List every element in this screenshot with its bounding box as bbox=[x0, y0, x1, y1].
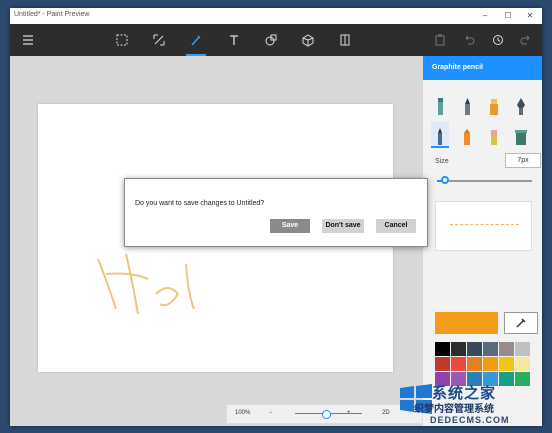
zoom-slider-handle[interactable] bbox=[322, 410, 331, 419]
color-swatch[interactable] bbox=[451, 357, 466, 371]
bucket-icon[interactable] bbox=[512, 122, 530, 146]
paste-icon[interactable] bbox=[428, 24, 452, 56]
size-slider-handle[interactable] bbox=[441, 176, 449, 184]
eyedropper-icon bbox=[516, 318, 526, 328]
title-bar: Untitled* - Paint Preview – ☐ ✕ bbox=[10, 8, 542, 24]
hamburger-icon[interactable] bbox=[16, 24, 40, 56]
calligraphy-pen-icon[interactable] bbox=[512, 92, 530, 116]
color-swatch[interactable] bbox=[451, 342, 466, 356]
zoom-out-button[interactable]: − bbox=[269, 410, 273, 416]
select-icon[interactable] bbox=[110, 24, 134, 56]
dialog-message: Do you want to save changes to Untitled? bbox=[135, 200, 265, 207]
brush-icon[interactable] bbox=[184, 24, 208, 56]
sticker-icon[interactable] bbox=[259, 24, 283, 56]
current-color-swatch[interactable] bbox=[435, 312, 498, 334]
eyedropper-button[interactable] bbox=[504, 312, 538, 334]
pen-icon[interactable] bbox=[458, 92, 476, 116]
brush-panel: Graphite pencil Size 7px bbox=[423, 56, 542, 426]
crayon-icon[interactable] bbox=[458, 122, 476, 146]
main-toolbar bbox=[10, 24, 542, 56]
stroke-sample bbox=[450, 224, 519, 226]
size-label: Size bbox=[435, 158, 449, 165]
dont-save-button[interactable]: Don't save bbox=[322, 219, 364, 233]
size-input[interactable]: 7px bbox=[505, 153, 541, 168]
color-swatch[interactable] bbox=[499, 357, 514, 371]
window-title: Untitled* - Paint Preview bbox=[14, 11, 90, 18]
stroke-preview bbox=[435, 201, 532, 251]
redo-icon[interactable] bbox=[514, 24, 538, 56]
color-swatch[interactable] bbox=[435, 342, 450, 356]
close-button[interactable]: ✕ bbox=[519, 9, 541, 23]
color-swatch[interactable] bbox=[467, 357, 482, 371]
history-icon[interactable] bbox=[486, 24, 510, 56]
pencil-icon[interactable] bbox=[431, 122, 449, 148]
view-mode-toggle[interactable]: 2D bbox=[382, 410, 390, 416]
3d-object-icon[interactable] bbox=[296, 24, 320, 56]
watermark-line-2: 织梦内容管理系统 bbox=[414, 404, 494, 415]
size-slider[interactable] bbox=[437, 176, 532, 184]
color-swatch[interactable] bbox=[483, 357, 498, 371]
text-icon[interactable] bbox=[222, 24, 246, 56]
color-swatch[interactable] bbox=[499, 342, 514, 356]
save-dialog: Do you want to save changes to Untitled?… bbox=[124, 178, 428, 247]
undo-icon[interactable] bbox=[457, 24, 481, 56]
panel-title: Graphite pencil bbox=[423, 56, 542, 80]
maximize-button[interactable]: ☐ bbox=[497, 9, 519, 23]
cancel-button[interactable]: Cancel bbox=[376, 219, 416, 233]
minimize-button[interactable]: – bbox=[474, 9, 496, 23]
color-swatch[interactable] bbox=[515, 357, 530, 371]
highlighter-icon[interactable] bbox=[485, 92, 503, 116]
marker-icon[interactable] bbox=[431, 92, 449, 116]
zoom-value: 100% bbox=[235, 410, 251, 416]
zoom-slider[interactable] bbox=[295, 410, 362, 419]
color-swatch[interactable] bbox=[483, 342, 498, 356]
save-button[interactable]: Save bbox=[270, 219, 310, 233]
color-swatch[interactable] bbox=[467, 342, 482, 356]
watermark-line-3: DEDECMS.COM bbox=[430, 415, 510, 425]
color-swatch[interactable] bbox=[435, 357, 450, 371]
paint-window: Untitled* - Paint Preview – ☐ ✕ Graphite… bbox=[10, 8, 542, 426]
eraser-icon[interactable] bbox=[485, 122, 503, 146]
canvas-icon[interactable] bbox=[333, 24, 357, 56]
color-swatch[interactable] bbox=[515, 342, 530, 356]
site-watermark: 系统之家 织梦内容管理系统 DEDECMS.COM bbox=[394, 378, 544, 430]
crop-icon[interactable] bbox=[147, 24, 171, 56]
desktop-background bbox=[0, 0, 10, 433]
size-slider-track bbox=[447, 180, 532, 182]
zoom-in-button[interactable]: + bbox=[347, 410, 351, 416]
